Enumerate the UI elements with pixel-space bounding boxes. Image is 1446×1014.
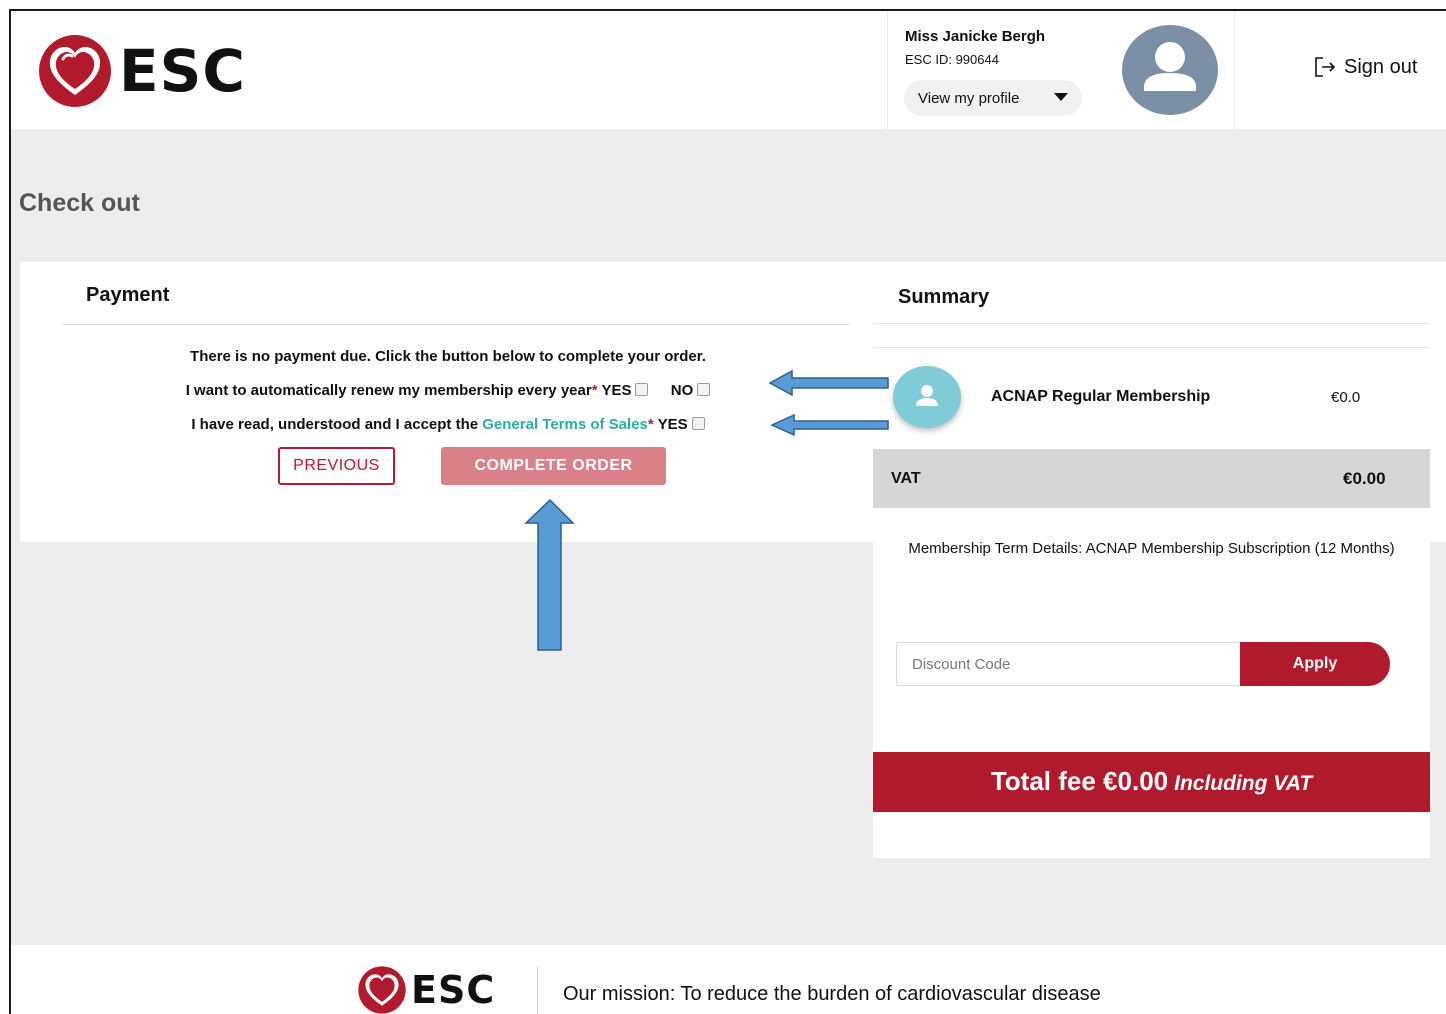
no-payment-notice: There is no payment due. Click the butto…	[190, 348, 706, 365]
required-mark: *	[647, 416, 654, 433]
renew-label: I want to automatically renew my members…	[185, 382, 592, 399]
required-mark: *	[591, 382, 598, 399]
footer-esc-logo[interactable]: ESC	[357, 965, 495, 1014]
site-header: ESC Miss Janicke Bergh ESC ID: 990644 Vi…	[11, 11, 1446, 129]
view-profile-label: View my profile	[918, 89, 1020, 107]
terms-row: I have read, understood and I accept the…	[20, 416, 876, 433]
vat-row: VAT €0.00	[873, 449, 1430, 508]
complete-order-button[interactable]: COMPLETE ORDER	[441, 447, 666, 485]
avatar[interactable]	[1122, 25, 1218, 115]
mission-statement: Our mission: To reduce the burden of car…	[563, 983, 1101, 1005]
membership-term-details: Membership Term Details: ACNAP Membershi…	[908, 540, 1395, 557]
user-esc-id: ESC ID: 990644	[905, 52, 999, 67]
summary-panel: Summary ACNAP Regular Membership €0.0 VA…	[873, 262, 1430, 858]
heart-logo-icon	[358, 966, 406, 1014]
vat-value: €0.00	[1343, 469, 1386, 488]
terms-label: I have read, understood and I accept the	[191, 416, 483, 433]
browser-frame: ESC Miss Janicke Bergh ESC ID: 990644 Vi…	[9, 9, 1446, 1014]
footer-logo-text: ESC	[411, 968, 496, 1012]
summary-divider	[873, 347, 1430, 348]
terms-yes-checkbox[interactable]	[691, 417, 705, 430]
user-silhouette-icon	[916, 385, 938, 406]
payment-heading: Payment	[86, 284, 170, 306]
profile-panel: Miss Janicke Bergh ESC ID: 990644 View m…	[887, 11, 1235, 129]
discount-code-input[interactable]	[896, 642, 1242, 686]
renew-yes-checkbox[interactable]	[635, 383, 649, 396]
sign-out-icon	[1315, 57, 1336, 77]
heart-logo-icon	[39, 35, 111, 107]
membership-item-price: €0.0	[1331, 389, 1361, 406]
caret-down-icon	[1054, 93, 1068, 101]
renew-row: I want to automatically renew my members…	[20, 382, 876, 399]
esc-logo[interactable]: ESC	[37, 33, 246, 109]
total-fee-banner: Total fee €0.00 Including VAT	[873, 752, 1430, 812]
apply-discount-button[interactable]: Apply	[1240, 642, 1390, 686]
previous-button[interactable]: PREVIOUS	[278, 447, 395, 485]
sign-out-link[interactable]: Sign out	[1313, 55, 1417, 79]
renew-no-checkbox[interactable]	[697, 383, 711, 396]
total-fee: Total fee €0.00	[990, 766, 1169, 796]
sign-out-label: Sign out	[1344, 55, 1418, 78]
view-profile-dropdown[interactable]: View my profile	[904, 80, 1082, 116]
site-footer: ESC Our mission: To reduce the burden of…	[11, 945, 1446, 1014]
logo-text: ESC	[119, 37, 246, 105]
side-strip	[1430, 262, 1446, 542]
user-name: Miss Janicke Bergh	[905, 28, 1046, 45]
membership-item-name: ACNAP Regular Membership	[991, 388, 1211, 405]
terms-yes-label: YES	[657, 416, 688, 433]
payment-divider	[62, 324, 850, 325]
total-vat-note: Including VAT	[1174, 772, 1313, 795]
user-silhouette-icon	[1144, 42, 1196, 91]
footer-divider	[537, 967, 538, 1014]
summary-heading: Summary	[898, 286, 990, 308]
vat-label: VAT	[891, 470, 921, 487]
payment-card: Payment There is no payment due. Click t…	[20, 262, 876, 542]
page-title: Check out	[19, 189, 140, 217]
membership-item-icon	[893, 366, 961, 428]
renew-yes-label: YES	[601, 382, 632, 399]
checkout-main: Check out Payment There is no payment du…	[11, 129, 1446, 945]
general-terms-link[interactable]: General Terms of Sales	[482, 416, 648, 433]
renew-no-label: NO	[670, 382, 694, 399]
summary-divider	[873, 323, 1430, 324]
